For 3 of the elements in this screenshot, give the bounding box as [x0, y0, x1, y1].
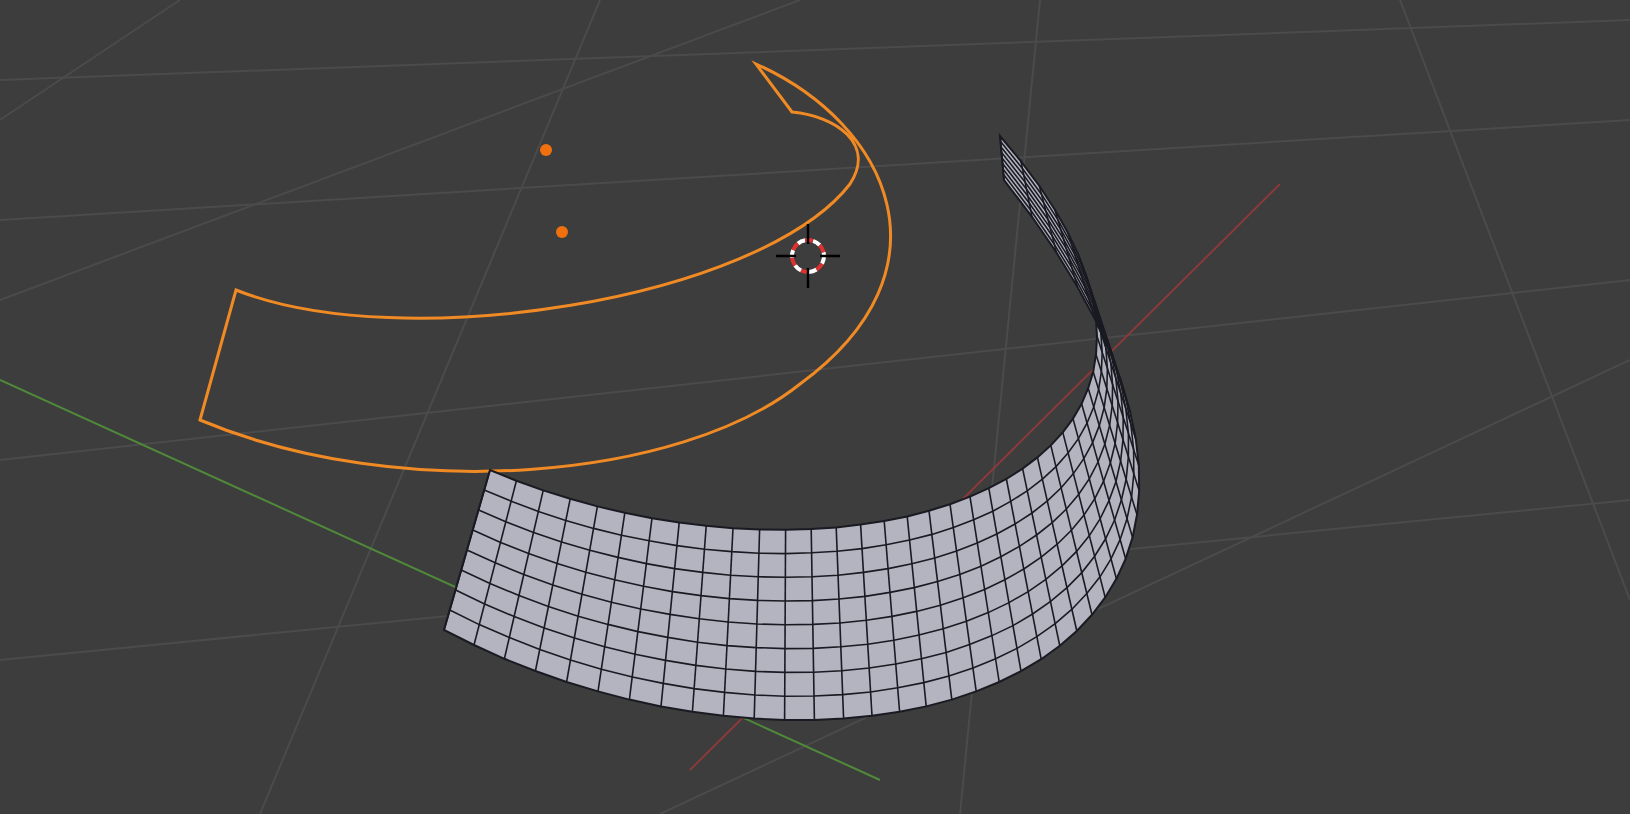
object-origin-dot [556, 226, 568, 238]
object-origin-dot [540, 144, 552, 156]
3d-cursor-icon[interactable] [774, 222, 842, 290]
